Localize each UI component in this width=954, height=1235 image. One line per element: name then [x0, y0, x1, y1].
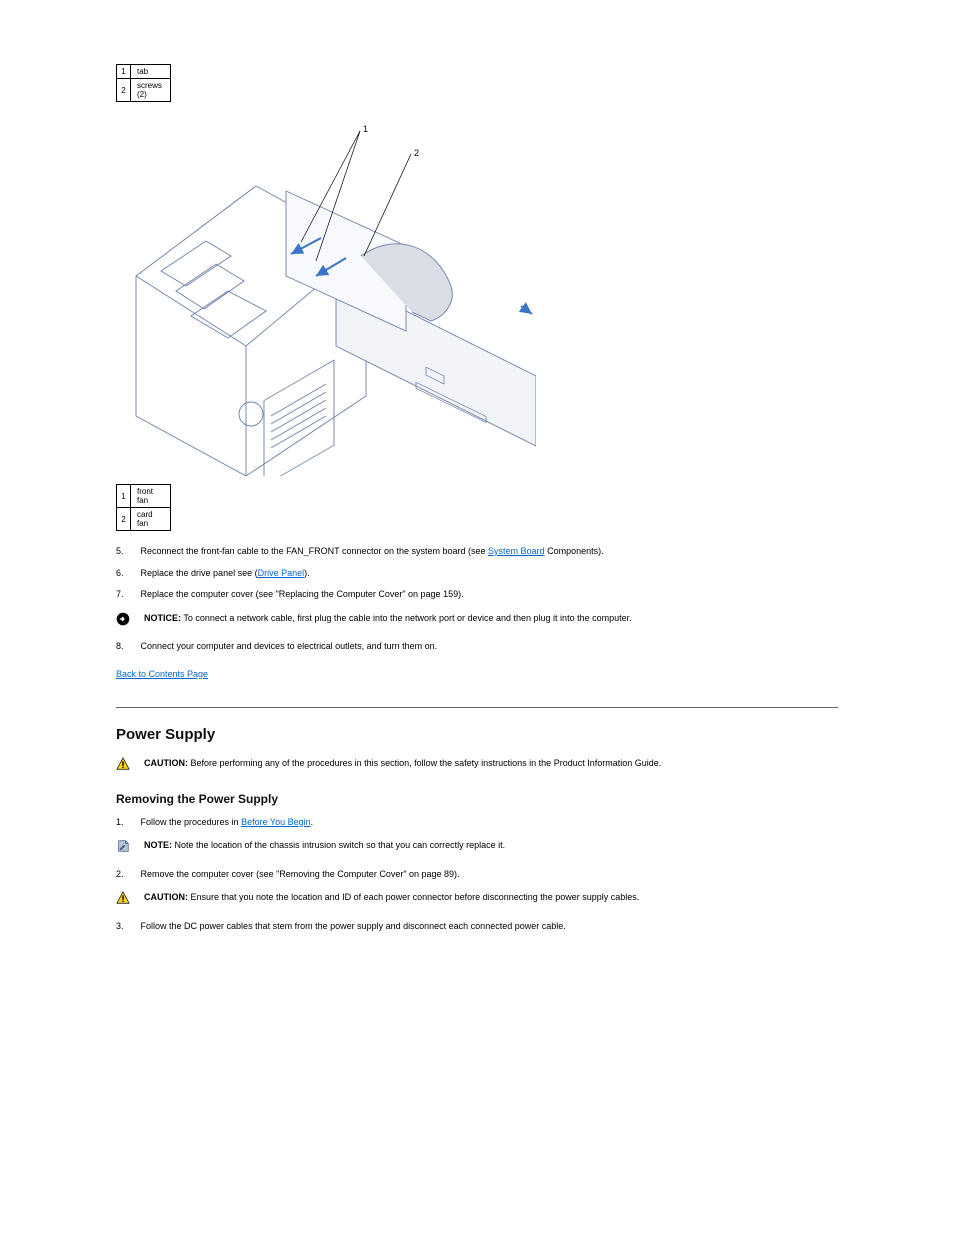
- section-title-power-supply: Power Supply: [116, 726, 838, 743]
- cell: 1: [117, 65, 131, 79]
- sub-step-2: 2. Remove the computer cover (see "Remov…: [116, 868, 838, 882]
- note-icon: [116, 839, 138, 858]
- caution-label: CAUTION:: [144, 758, 188, 768]
- caution-block-2: CAUTION: Ensure that you note the locati…: [116, 891, 838, 910]
- notice-icon: [116, 612, 138, 631]
- sub-step-1: 1. Follow the procedures in Before You B…: [116, 816, 838, 830]
- cell: 1: [117, 485, 131, 508]
- link-back-to-contents[interactable]: Back to Contents Page: [116, 669, 208, 679]
- note-text: Note the location of the chassis intrusi…: [172, 840, 505, 850]
- sub-step-3: 3. Follow the DC power cables that stem …: [116, 920, 838, 934]
- step-5: 5. Reconnect the front-fan cable to the …: [116, 545, 838, 559]
- callout-label-1: 1: [363, 124, 368, 134]
- callout-table-2: 1 front fan 2 card fan: [116, 484, 171, 531]
- caution-label: CAUTION:: [144, 892, 188, 902]
- section-divider: [116, 707, 838, 708]
- link-drive-panel[interactable]: Drive Panel: [258, 568, 305, 578]
- cell: 2: [117, 79, 131, 102]
- note-block: NOTE: Note the location of the chassis i…: [116, 839, 838, 858]
- subsection-title-removing-power-supply: Removing the Power Supply: [116, 792, 838, 806]
- cell: card fan: [131, 508, 171, 531]
- note-label: NOTE:: [144, 840, 172, 850]
- notice-block: NOTICE: To connect a network cable, firs…: [116, 612, 838, 631]
- step-7: 7. Replace the computer cover (see "Repl…: [116, 588, 838, 602]
- caution-icon: [116, 757, 138, 776]
- caution-icon: [116, 891, 138, 910]
- back-link-line: Back to Contents Page: [116, 668, 838, 682]
- caution-text: Before performing any of the procedures …: [188, 758, 661, 768]
- link-before-you-begin[interactable]: Before You Begin: [241, 817, 311, 827]
- assembly-figure: 1 2: [116, 116, 536, 476]
- cell: front fan: [131, 485, 171, 508]
- notice-text: To connect a network cable, first plug t…: [181, 613, 632, 623]
- notice-label: NOTICE:: [144, 613, 181, 623]
- caution-text: Ensure that you note the location and ID…: [188, 892, 639, 902]
- caution-block-1: CAUTION: Before performing any of the pr…: [116, 757, 838, 776]
- cell: 2: [117, 508, 131, 531]
- callout-label-2: 2: [414, 148, 419, 158]
- cell: tab: [131, 65, 171, 79]
- link-system-board-components[interactable]: System Board: [488, 546, 545, 556]
- cell: screws (2): [131, 79, 171, 102]
- step-6: 6. Replace the drive panel see (Drive Pa…: [116, 567, 838, 581]
- step-8: 8. Connect your computer and devices to …: [116, 640, 838, 654]
- callout-table-1: 1 tab 2 screws (2): [116, 64, 171, 102]
